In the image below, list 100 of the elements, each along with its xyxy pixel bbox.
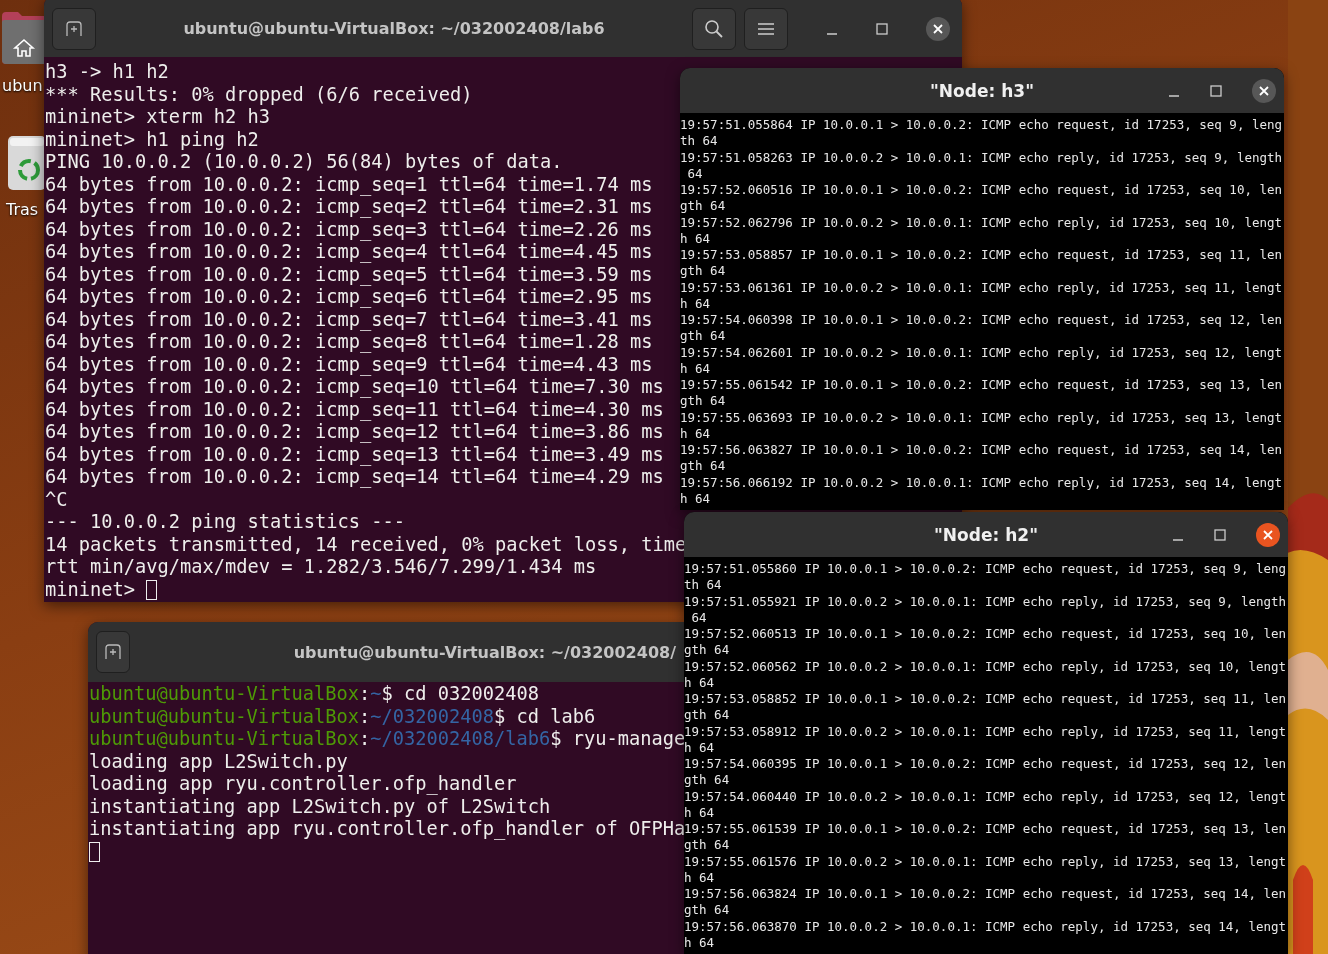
terminal-line: 64 bytes from 10.0.0.2: icmp_seq=11 ttl=64 time=4.30 ms bbox=[45, 398, 664, 421]
terminal-line: h3 -> h1 h2 bbox=[45, 61, 169, 84]
window-title: "Node: h2" bbox=[933, 524, 1039, 545]
maximize-icon[interactable] bbox=[1214, 528, 1226, 541]
terminal-line: loading app L2Switch.py bbox=[89, 750, 348, 773]
terminal-line: 19:57:51.055860 IP 10.0.0.1 > 10.0.0.2: ICMP echo request, id 17253, seq 9, leng bbox=[684, 561, 1287, 576]
terminal-line: 19:57:51.058263 IP 10.0.0.2 > 10.0.0.1: ICMP echo reply, id 17253, seq 9, length bbox=[680, 149, 1283, 165]
terminal-line: 19:57:53.058857 IP 10.0.0.1 > 10.0.0.2: ICMP echo request, id 17253, seq 11, len bbox=[680, 247, 1283, 262]
trash-icon[interactable] bbox=[8, 136, 46, 190]
terminal-line: h 64 bbox=[684, 739, 715, 755]
terminal-line: th 64 bbox=[684, 577, 722, 593]
terminal-line: 19:57:53.058852 IP 10.0.0.1 > 10.0.0.2: ICMP echo request, id 17253, seq 11, len bbox=[684, 691, 1287, 706]
terminal-line: 19:57:51.055864 IP 10.0.0.1 > 10.0.0.2: ICMP echo request, id 17253, seq 9, leng bbox=[680, 117, 1283, 132]
new-tab-icon bbox=[103, 644, 122, 660]
close-icon[interactable] bbox=[1256, 522, 1280, 547]
terminal-line: ubuntu@ubuntu-VirtualBox:~$ cd 032002408 bbox=[89, 683, 540, 706]
terminal-line: 19:57:52.060513 IP 10.0.0.1 > 10.0.0.2: ICMP echo request, id 17253, seq 10, len bbox=[684, 626, 1287, 641]
close-icon[interactable] bbox=[926, 16, 950, 41]
maximize-icon[interactable] bbox=[1210, 84, 1222, 97]
terminal-line: gth 64 bbox=[680, 198, 726, 214]
new-tab-icon bbox=[65, 20, 83, 37]
terminal-line: *** Results: 0% dropped (6/6 received) bbox=[45, 83, 473, 106]
window-title: ubuntu@ubuntu-VirtualBox: ~/032002408/ bbox=[292, 642, 676, 662]
terminal-line: 19:57:56.063827 IP 10.0.0.1 > 10.0.0.2: ICMP echo request, id 17253, seq 14, len bbox=[680, 442, 1283, 457]
terminal-line: 64 bytes from 10.0.0.2: icmp_seq=2 ttl=64 time=2.31 ms bbox=[45, 196, 653, 219]
terminal-line: instantiating app L2Switch.py of L2Switch bbox=[89, 795, 551, 818]
terminal-line: gth 64 bbox=[680, 328, 726, 344]
terminal-line: loading app ryu.controller.ofp_handler bbox=[89, 773, 517, 796]
terminal-line: gth 64 bbox=[680, 458, 726, 474]
terminal-line: 19:57:55.061576 IP 10.0.0.2 > 10.0.0.1: ICMP echo reply, id 17253, seq 13, lengt bbox=[684, 853, 1287, 869]
terminal-line: 19:57:54.062601 IP 10.0.0.2 > 10.0.0.1: ICMP echo reply, id 17253, seq 12, lengt bbox=[680, 344, 1283, 360]
terminal-line: gth 64 bbox=[680, 393, 726, 409]
terminal-line: instantiating app ryu.controller.ofp_handler of OFPHa bbox=[89, 818, 684, 841]
terminal-line: 64 bytes from 10.0.0.2: icmp_seq=12 ttl=64 time=3.86 ms bbox=[45, 421, 664, 444]
desktop-icon-label: Tras bbox=[6, 200, 39, 219]
terminal-line: h 64 bbox=[684, 674, 715, 690]
terminal-line: 64 bytes from 10.0.0.2: icmp_seq=14 ttl=64 time=4.29 ms bbox=[45, 466, 664, 489]
menu-icon bbox=[758, 21, 774, 36]
terminal-line: 19:57:53.061361 IP 10.0.0.2 > 10.0.0.1: ICMP echo reply, id 17253, seq 11, lengt bbox=[680, 279, 1283, 295]
terminal-line: gth 64 bbox=[684, 902, 730, 918]
terminal-line: h 64 bbox=[684, 804, 715, 820]
terminal-line: 19:57:55.061542 IP 10.0.0.1 > 10.0.0.2: ICMP echo request, id 17253, seq 13, len bbox=[680, 377, 1283, 392]
terminal-line: 64 bytes from 10.0.0.2: icmp_seq=5 ttl=64 time=3.59 ms bbox=[45, 263, 653, 286]
terminal-line: h 64 bbox=[680, 490, 711, 506]
terminal-line: gth 64 bbox=[680, 263, 726, 279]
maximize-icon[interactable] bbox=[876, 22, 888, 35]
terminal-line: h 64 bbox=[680, 360, 711, 376]
terminal-line: PING 10.0.0.2 (10.0.0.2) 56(84) bytes of data. bbox=[45, 151, 563, 174]
window-title: "Node: h3" bbox=[929, 80, 1035, 101]
terminal-line: mininet> h1 ping h2 bbox=[45, 128, 259, 151]
terminal-line: 64 bytes from 10.0.0.2: icmp_seq=13 ttl=64 time=3.49 ms bbox=[45, 443, 664, 466]
terminal-line: --- 10.0.0.2 ping statistics --- bbox=[45, 511, 406, 534]
terminal-line: gth 64 bbox=[684, 642, 730, 658]
terminal-line: h 64 bbox=[680, 425, 711, 441]
terminal-line: 19:57:56.063824 IP 10.0.0.1 > 10.0.0.2: ICMP echo request, id 17253, seq 14, len bbox=[684, 886, 1287, 901]
terminal-line: 19:57:56.066192 IP 10.0.0.2 > 10.0.0.1: ICMP echo reply, id 17253, seq 14, lengt bbox=[680, 474, 1283, 490]
terminal-line: 64 bbox=[690, 609, 707, 625]
terminal-line: mininet> bbox=[45, 578, 135, 601]
terminal-line: ubuntu@ubuntu-VirtualBox:~/032002408/lab6$ ryu-manage bbox=[89, 728, 684, 751]
terminal-line: 64 bytes from 10.0.0.2: icmp_seq=8 ttl=64 time=1.28 ms bbox=[45, 331, 653, 354]
terminal-line: h 64 bbox=[680, 230, 711, 246]
terminal-line: gth 64 bbox=[684, 837, 730, 853]
terminal-line: 19:57:52.062796 IP 10.0.0.2 > 10.0.0.1: ICMP echo reply, id 17253, seq 10, lengt bbox=[680, 214, 1283, 230]
terminal-line: mininet> xterm h2 h3 bbox=[45, 106, 271, 129]
terminal-line: 64 bbox=[686, 165, 703, 181]
terminal-line: 64 bytes from 10.0.0.2: icmp_seq=7 ttl=64 time=3.41 ms bbox=[45, 308, 653, 331]
new-tab-button[interactable] bbox=[96, 631, 130, 673]
terminal-line: 19:57:53.058912 IP 10.0.0.2 > 10.0.0.1: ICMP echo reply, id 17253, seq 11, lengt bbox=[684, 723, 1287, 739]
terminal-line: rtt min/avg/max/mdev = 1.282/3.546/7.299/1.434 ms bbox=[45, 556, 597, 579]
terminal-line: 19:57:54.060440 IP 10.0.0.2 > 10.0.0.1: ICMP echo reply, id 17253, seq 12, lengt bbox=[684, 788, 1287, 804]
terminal-line: 19:57:51.055921 IP 10.0.0.2 > 10.0.0.1: ICMP echo reply, id 17253, seq 9, length bbox=[684, 593, 1287, 609]
terminal-line: 64 bytes from 10.0.0.2: icmp_seq=6 ttl=64 time=2.95 ms bbox=[45, 286, 653, 309]
search-icon bbox=[704, 18, 724, 39]
terminal-line: 14 packets transmitted, 14 received, 0% packet loss, time bbox=[45, 533, 687, 556]
terminal-line: 19:57:55.061539 IP 10.0.0.1 > 10.0.0.2: ICMP echo request, id 17253, seq 13, len bbox=[684, 821, 1287, 836]
desktop-icon-label: ubun bbox=[2, 76, 43, 95]
terminal-line: h 64 bbox=[684, 934, 715, 950]
close-icon[interactable] bbox=[1252, 78, 1276, 103]
terminal-line: h 64 bbox=[680, 295, 711, 311]
terminal-line: 19:57:56.063870 IP 10.0.0.2 > 10.0.0.1: ICMP echo reply, id 17253, seq 14, lengt bbox=[684, 918, 1287, 934]
terminal-line: ^C bbox=[45, 488, 68, 511]
terminal-line: gth 64 bbox=[684, 707, 730, 723]
terminal-line: 19:57:52.060562 IP 10.0.0.2 > 10.0.0.1: ICMP echo reply, id 17253, seq 10, lengt bbox=[684, 658, 1287, 674]
terminal-line: 64 bytes from 10.0.0.2: icmp_seq=9 ttl=64 time=4.43 ms bbox=[45, 353, 653, 376]
new-tab-button[interactable] bbox=[52, 7, 96, 50]
menu-button[interactable] bbox=[744, 7, 788, 50]
terminal-line: 19:57:52.060516 IP 10.0.0.1 > 10.0.0.2: ICMP echo request, id 17253, seq 10, len bbox=[680, 182, 1283, 197]
terminal-line: 19:57:54.060395 IP 10.0.0.1 > 10.0.0.2: ICMP echo request, id 17253, seq 12, len bbox=[684, 756, 1287, 771]
terminal-line: 64 bytes from 10.0.0.2: icmp_seq=3 ttl=64 time=2.26 ms bbox=[45, 218, 653, 241]
search-button[interactable] bbox=[692, 7, 736, 50]
terminal-line: 19:57:55.063693 IP 10.0.0.2 > 10.0.0.1: ICMP echo reply, id 17253, seq 13, lengt bbox=[680, 409, 1283, 425]
window-title: ubuntu@ubuntu-VirtualBox: ~/032002408/lab6 bbox=[182, 19, 606, 38]
terminal-line: gth 64 bbox=[684, 772, 730, 788]
terminal-line: th 64 bbox=[680, 133, 718, 149]
terminal-line: h 64 bbox=[684, 869, 715, 885]
terminal-line: ubuntu@ubuntu-VirtualBox:~/032002408$ cd lab6 bbox=[89, 705, 596, 728]
terminal-line: 19:57:54.060398 IP 10.0.0.1 > 10.0.0.2: ICMP echo request, id 17253, seq 12, len bbox=[680, 312, 1283, 327]
terminal-line: 64 bytes from 10.0.0.2: icmp_seq=4 ttl=64 time=4.45 ms bbox=[45, 241, 653, 264]
terminal-line: 64 bytes from 10.0.0.2: icmp_seq=1 ttl=64 time=1.74 ms bbox=[45, 173, 653, 196]
terminal-line: 64 bytes from 10.0.0.2: icmp_seq=10 ttl=64 time=7.30 ms bbox=[45, 376, 664, 399]
